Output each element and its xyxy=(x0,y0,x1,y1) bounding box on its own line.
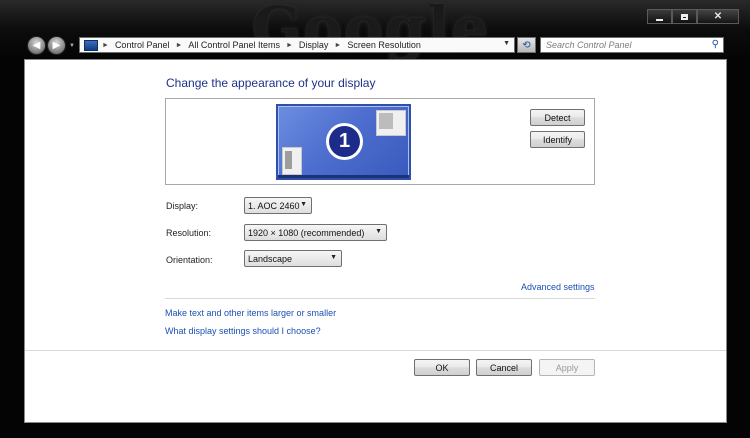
back-button[interactable]: ◀ xyxy=(27,36,46,55)
caption-buttons: ✕ xyxy=(647,9,739,24)
close-icon: ✕ xyxy=(713,11,723,22)
maximize-button[interactable] xyxy=(672,9,697,24)
breadcrumb-item-all-items[interactable]: All Control Panel Items xyxy=(188,40,280,50)
refresh-icon: ⟲ xyxy=(522,39,531,51)
ok-button[interactable]: OK xyxy=(414,359,470,376)
refresh-button[interactable]: ⟲ xyxy=(517,37,536,53)
content-area: Change the appearance of your display 1 … xyxy=(24,59,727,423)
breadcrumb-separator-icon[interactable]: ► xyxy=(286,42,293,49)
monitor-arrangement-panel: 1 Detect Identify xyxy=(165,98,595,185)
breadcrumb-separator-icon[interactable]: ► xyxy=(175,42,182,49)
monitor-number: 1 xyxy=(329,126,360,157)
close-button[interactable]: ✕ xyxy=(697,9,739,24)
cancel-button[interactable]: Cancel xyxy=(476,359,532,376)
minimize-button[interactable] xyxy=(647,9,672,24)
search-input[interactable] xyxy=(541,38,706,52)
control-panel-icon xyxy=(84,39,98,51)
chevron-down-icon: ▼ xyxy=(330,254,337,261)
display-select-value: 1. AOC 2460 xyxy=(248,200,300,211)
breadcrumb-item-control-panel[interactable]: Control Panel xyxy=(115,40,170,50)
monitor-number-badge: 1 xyxy=(326,123,363,160)
breadcrumb-item-display[interactable]: Display xyxy=(299,40,329,50)
monitor-1-preview[interactable]: 1 xyxy=(276,104,411,180)
advanced-settings-link[interactable]: Advanced settings xyxy=(521,282,595,292)
display-settings-help-link[interactable]: What display settings should I choose? xyxy=(165,326,321,336)
taskbar-strip xyxy=(278,175,409,178)
window-thumbnail-icon xyxy=(282,147,302,175)
page-title: Change the appearance of your display xyxy=(166,76,376,90)
breadcrumb-separator-icon[interactable]: ► xyxy=(334,42,341,49)
address-dropdown-icon[interactable]: ▼ xyxy=(503,40,510,47)
window-thumbnail-icon xyxy=(376,110,406,136)
resolution-label: Resolution: xyxy=(166,228,212,238)
footer-divider xyxy=(25,350,726,351)
detect-button[interactable]: Detect xyxy=(530,109,585,126)
identify-button[interactable]: Identify xyxy=(530,131,585,148)
apply-button[interactable]: Apply xyxy=(539,359,595,376)
forward-button[interactable]: ▶ xyxy=(47,36,66,55)
address-bar[interactable]: ► Control Panel ► All Control Panel Item… xyxy=(79,37,515,53)
recent-pages-dropdown-icon[interactable]: ▼ xyxy=(69,43,75,49)
chevron-down-icon: ▼ xyxy=(300,201,307,208)
orientation-label: Orientation: xyxy=(166,255,213,265)
search-box[interactable]: ⚲ xyxy=(540,37,724,53)
navigation-buttons: ◀ ▶ ▼ xyxy=(27,36,75,55)
display-label: Display: xyxy=(166,201,199,211)
orientation-select-value: Landscape xyxy=(248,253,293,264)
display-select[interactable]: 1. AOC 2460 ▼ xyxy=(244,197,312,214)
back-arrow-icon: ◀ xyxy=(32,40,41,51)
breadcrumb: ► Control Panel ► All Control Panel Item… xyxy=(102,40,421,50)
forward-arrow-icon: ▶ xyxy=(52,40,61,51)
minimize-icon xyxy=(656,18,663,21)
breadcrumb-item-screen-resolution[interactable]: Screen Resolution xyxy=(347,40,421,50)
maximize-icon xyxy=(681,13,688,20)
resolution-select-value: 1920 × 1080 (recommended) xyxy=(248,227,365,238)
window-frame: Google ✕ ◀ ▶ ▼ ► Control Panel ► All Con… xyxy=(0,0,750,438)
divider xyxy=(165,298,595,299)
orientation-select[interactable]: Landscape ▼ xyxy=(244,250,342,267)
breadcrumb-separator-icon: ► xyxy=(102,41,109,49)
resolution-select[interactable]: 1920 × 1080 (recommended) ▼ xyxy=(244,224,387,241)
chevron-down-icon: ▼ xyxy=(375,228,382,235)
search-icon[interactable]: ⚲ xyxy=(712,39,719,50)
text-size-link[interactable]: Make text and other items larger or smal… xyxy=(165,308,336,318)
